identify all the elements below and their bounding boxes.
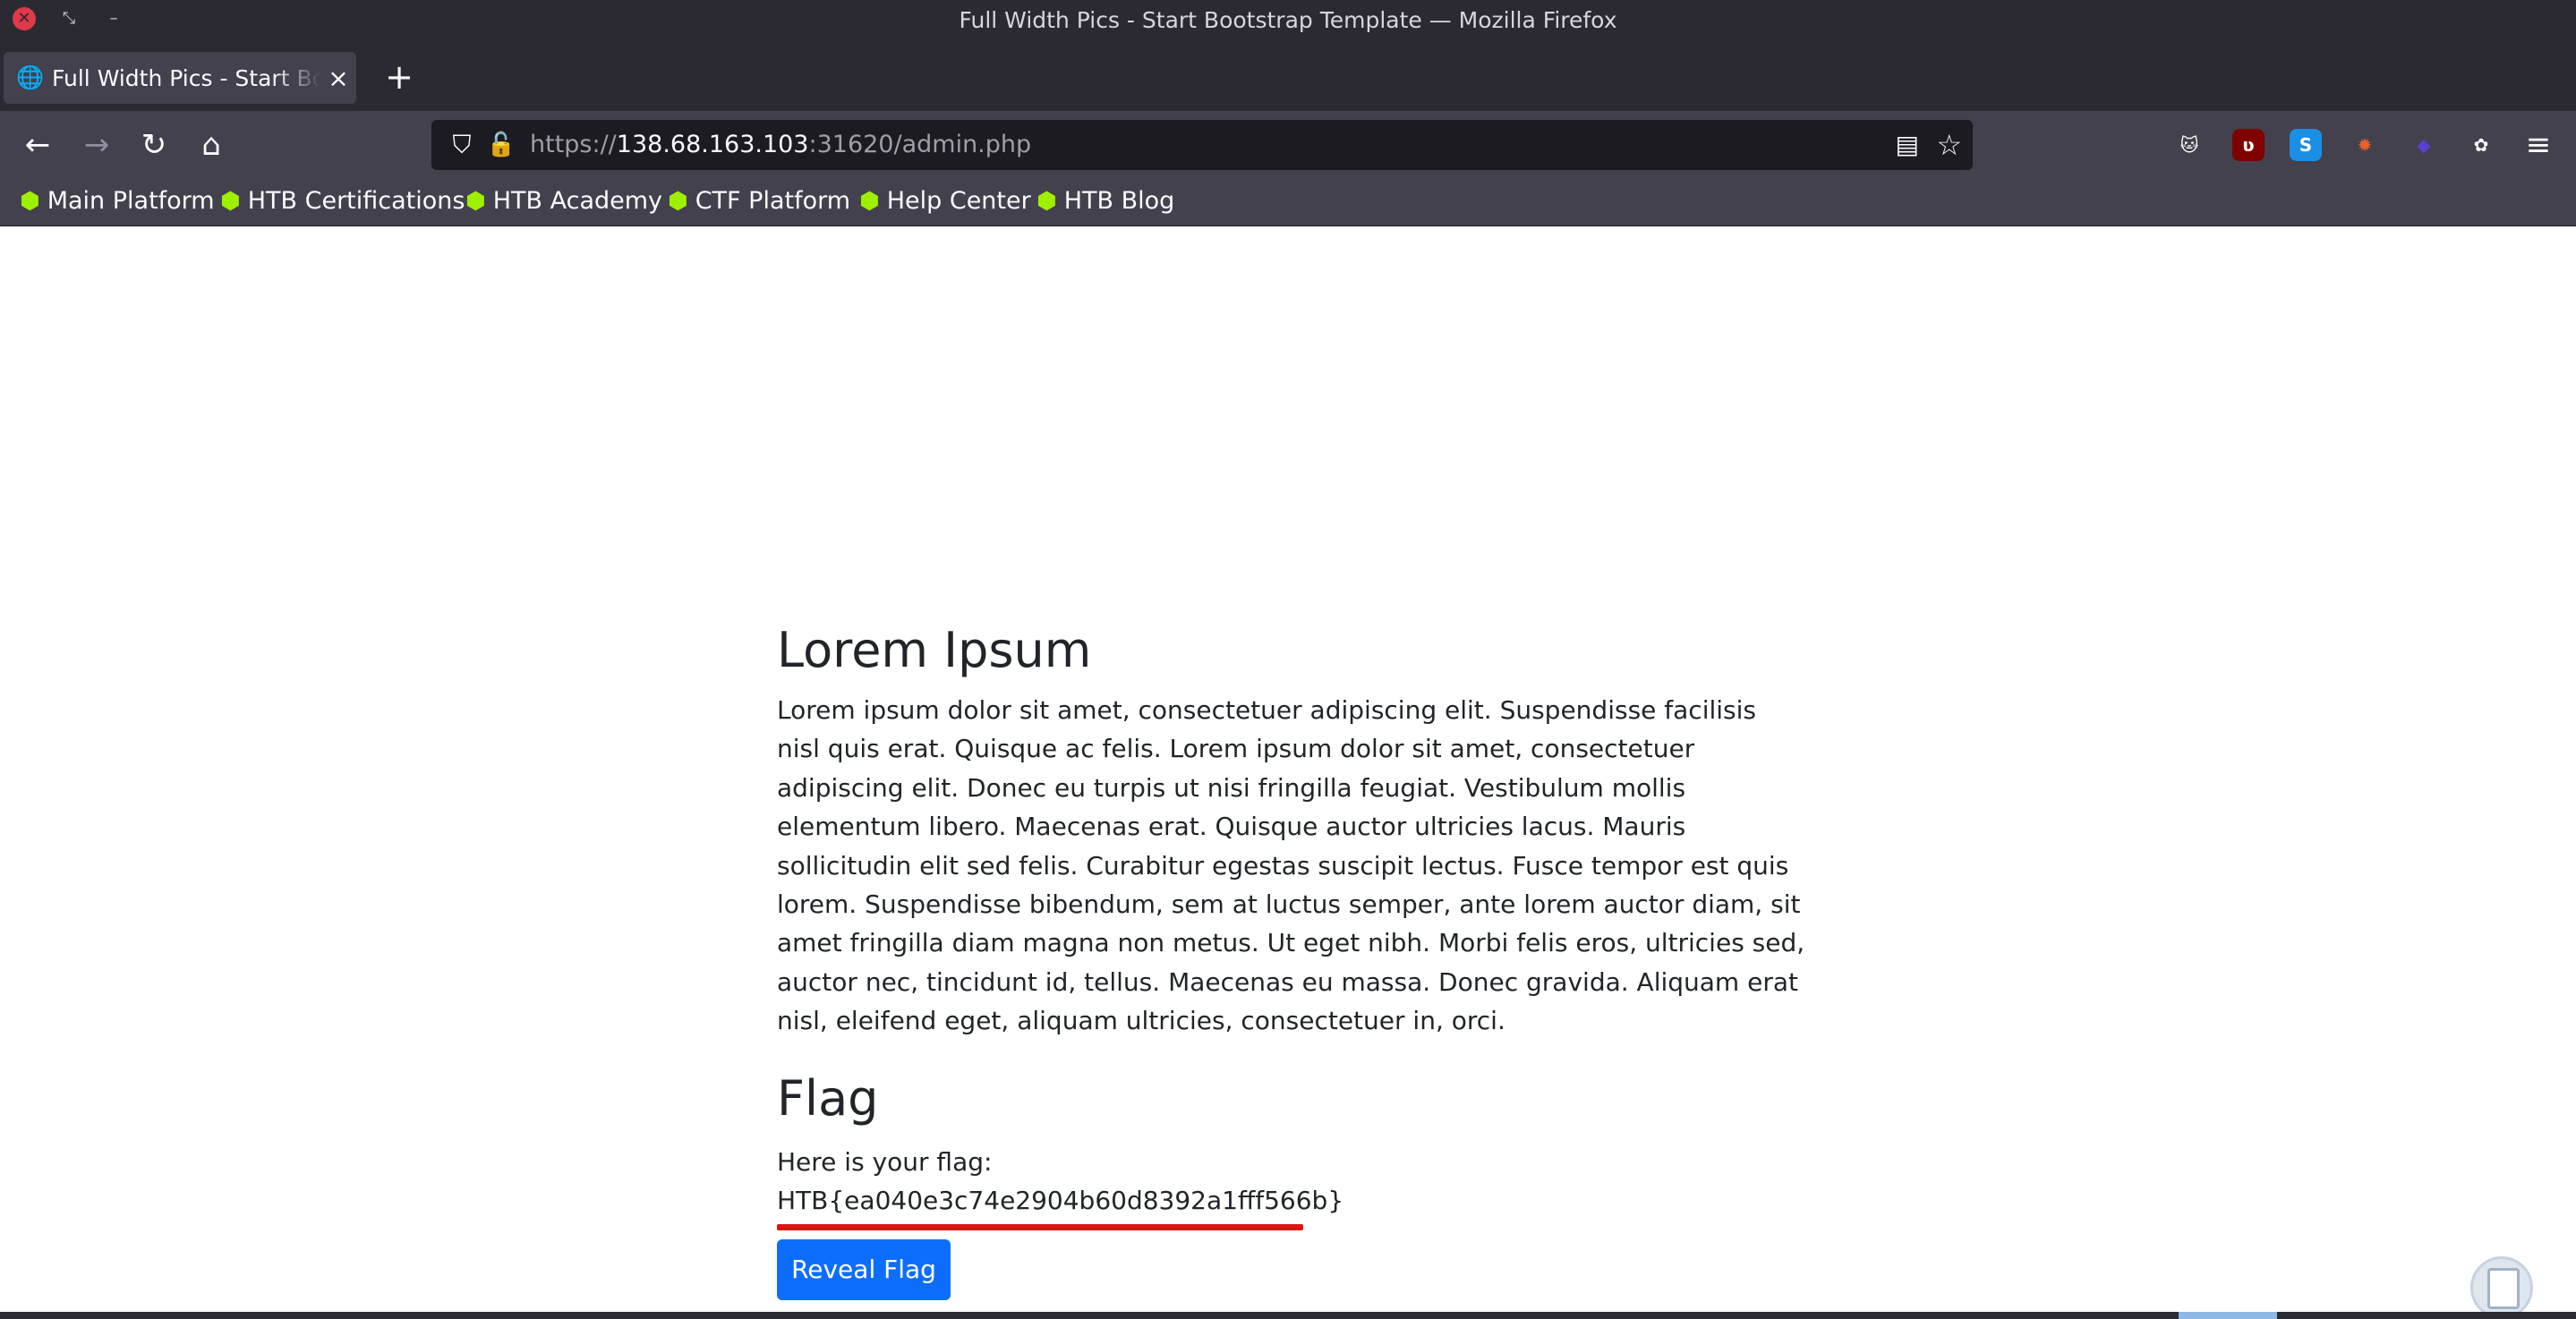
htb-cube-icon: ⬢ (220, 188, 241, 215)
htb-cube-icon: ⬢ (1036, 188, 1057, 215)
taskbar-segment (2179, 1312, 2277, 1319)
red-underline-annotation (777, 1223, 1303, 1230)
ublock-origin-icon[interactable]: ʋ (2232, 129, 2265, 161)
reveal-flag-button[interactable]: Reveal Flag (777, 1238, 951, 1300)
flag-label: Here is your flag: (777, 1146, 993, 1177)
globe-icon: 🌐 (16, 64, 45, 90)
flag-heading: Flag (777, 1069, 879, 1127)
htb-cube-icon: ⬢ (465, 188, 486, 215)
home-button[interactable]: ⌂ (188, 122, 235, 168)
forward-button[interactable]: → (73, 122, 120, 168)
bookmark-main-platform[interactable]: ⬢ Main Platform (20, 179, 215, 226)
bookmarks-toolbar: ⬢ Main Platform ⬢ HTB Certifications ⬢ HTB … (0, 179, 2576, 226)
bookmark-htb-certifications[interactable]: ⬢ HTB Certifications (220, 179, 465, 226)
window-titlebar: ✕ ⤡ – Full Width Pics - Start Bootstrap … (0, 0, 2576, 41)
back-button[interactable]: ← (14, 122, 61, 168)
bookmark-label: HTB Blog (1063, 187, 1175, 215)
insecure-lock-icon[interactable]: 🔓 (482, 120, 521, 170)
lorem-paragraph: Lorem ipsum dolor sit amet, consectetuer… (777, 695, 1805, 1036)
bookmark-star-icon[interactable]: ☆ (1936, 120, 1962, 170)
flag-value: HTB{ea040e3c74e2904b60d8392a1fff566b} (777, 1185, 1344, 1215)
s-extension-icon[interactable]: S (2290, 129, 2322, 161)
reader-view-icon[interactable]: ▤ (1896, 120, 1919, 170)
flag-value-wrapper: HTB{ea040e3c74e2904b60d8392a1fff566b} (777, 1181, 1344, 1230)
app-menu-button[interactable]: ≡ (2515, 122, 2562, 168)
tab-full-width-pics[interactable]: 🌐 Full Width Pics - Start Bootstrap Temp… (4, 52, 356, 104)
bookmark-label: Help Center (886, 187, 1031, 215)
page-content: Lorem Ipsum Lorem ipsum dolor sit amet, … (777, 617, 1806, 1300)
reload-button[interactable]: ↻ (131, 122, 177, 168)
purple-cube-extension-icon[interactable]: ◆ (2408, 129, 2440, 161)
clipboard-icon (2487, 1268, 2520, 1309)
bookmark-label: CTF Platform (695, 187, 851, 215)
clipboard-widget-icon[interactable] (2470, 1256, 2533, 1319)
tab-strip: 🌐 Full Width Pics - Start Bootstrap Temp… (0, 41, 2576, 111)
htb-cube-icon: ⬢ (20, 188, 40, 215)
bookmark-ctf-platform[interactable]: ⬢ CTF Platform (668, 179, 850, 226)
cookie-extension-icon[interactable]: ✿ (2465, 129, 2497, 161)
url-text[interactable]: https://138.68.163.103:31620/admin.php (530, 120, 1031, 170)
bookmark-htb-blog[interactable]: ⬢ HTB Blog (1036, 179, 1174, 226)
new-tab-button[interactable]: + (378, 54, 421, 100)
url-host: 138.68.163.103 (616, 131, 809, 158)
bookmark-htb-academy[interactable]: ⬢ HTB Academy (465, 179, 662, 226)
tab-close-icon[interactable]: × (320, 64, 356, 93)
htb-cube-icon: ⬢ (668, 188, 688, 215)
section-heading: Lorem Ipsum (777, 622, 1092, 678)
url-bar[interactable]: ⛉ 🔓 https://138.68.163.103:31620/admin.p… (431, 120, 1973, 170)
window-title: Full Width Pics - Start Bootstrap Templa… (959, 7, 1617, 33)
tracking-shield-icon[interactable]: ⛉ (442, 120, 482, 170)
bookmark-help-center[interactable]: ⬢ Help Center (859, 179, 1031, 226)
foxy-extension-icon[interactable]: ✹ (2349, 129, 2381, 161)
htb-cube-icon: ⬢ (859, 188, 880, 215)
url-scheme: https:// (530, 131, 617, 158)
ext-cat-icon[interactable]: 🐱 (2173, 129, 2205, 161)
bookmark-label: HTB Academy (492, 187, 663, 215)
bookmark-label: HTB Certifications (247, 187, 465, 215)
bottom-status-strip (0, 1312, 2576, 1319)
navigation-toolbar: ← → ↻ ⌂ ⛉ 🔓 https://138.68.163.103:31620… (0, 111, 2576, 179)
tab-title: Full Width Pics - Start Bootstrap Templa… (52, 64, 320, 91)
url-path: :31620/admin.php (808, 131, 1032, 158)
bookmark-label: Main Platform (47, 187, 215, 215)
